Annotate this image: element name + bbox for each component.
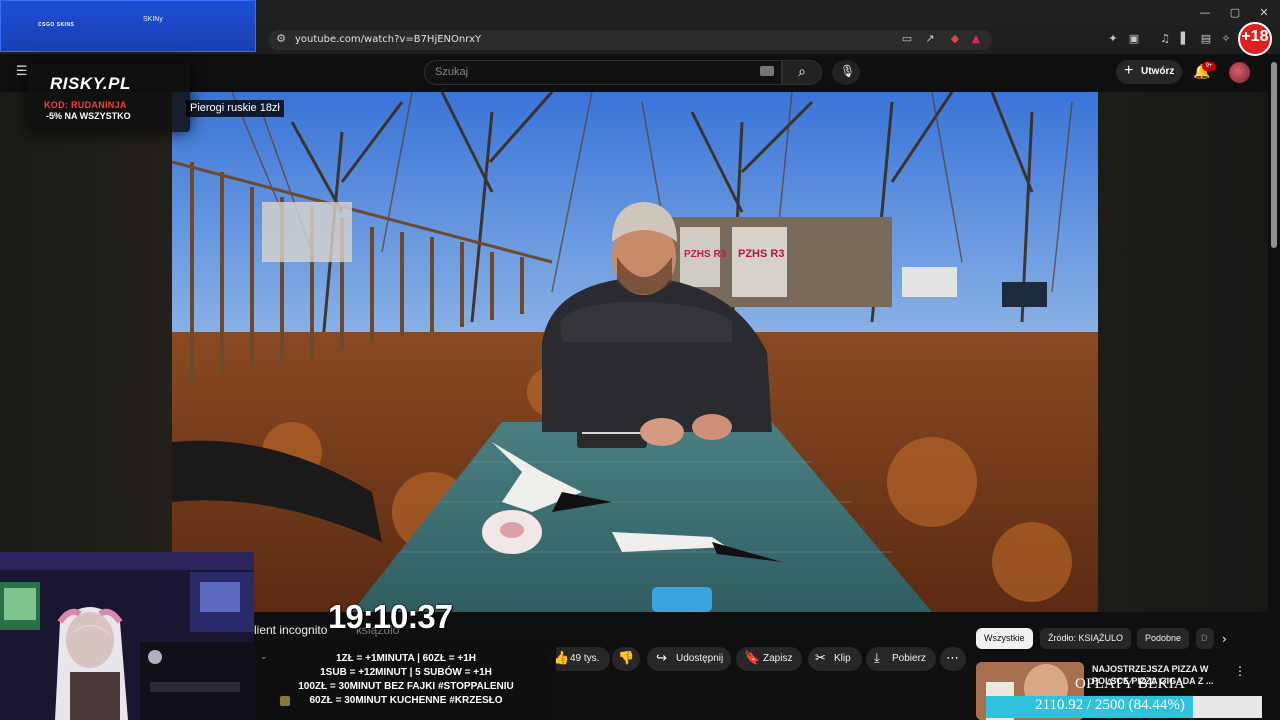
download-icon: ⤓ — [874, 651, 880, 666]
site-info-icon[interactable]: ⚙ — [274, 32, 288, 46]
microphone-icon[interactable]: 🎙 — [840, 64, 855, 78]
video-frame: PZHS R3 PZHS R3 — [172, 92, 1098, 612]
search-icon[interactable]: ⌕ — [793, 63, 811, 81]
age-badge-text: +18 — [1241, 28, 1269, 45]
wallet-icon[interactable]: ▤ — [1199, 32, 1213, 46]
graffiti-text-left: PZHS R3 — [684, 249, 727, 260]
like-count: 49 tys. — [570, 653, 600, 664]
keyboard-icon[interactable] — [760, 66, 774, 76]
save-label: Zapisz — [763, 653, 793, 664]
risky-logo: RISKY.PL — [50, 74, 131, 93]
player-background-left — [0, 92, 172, 612]
warning-icon — [280, 696, 290, 706]
search-placeholder: Szukaj — [435, 66, 469, 78]
rule-line-1: 1ZŁ = +1MINUTA | 60ZŁ = +1H — [335, 653, 477, 664]
extensions-icon[interactable]: ✦ — [1106, 32, 1120, 46]
rule-line-2: 1SUB = +12MINUT | 5 SUBÓW = +1H — [320, 667, 492, 678]
video-caption: Pierogi ruskie 18zł — [186, 100, 284, 117]
donation-goal-text: 2110.92 / 2500 (84.44%) — [1035, 697, 1185, 713]
share-label: Udostępnij — [676, 653, 724, 664]
media-icon[interactable]: ♫ — [1158, 32, 1172, 46]
more-options-icon[interactable]: ⋮ — [1234, 664, 1246, 678]
sponsor-text: SKINy — [143, 16, 163, 23]
clip-label: Klip — [834, 653, 851, 664]
rule-line-3: 100ZŁ = 30MINUT BEZ FAJKI #STOPPALENIU — [298, 681, 514, 692]
chip-source[interactable]: Źródło: KSIĄŻULO — [1040, 628, 1132, 649]
risky-discount-text: -5% NA WSZYSTKO — [46, 111, 131, 121]
plus-icon: + — [1124, 62, 1134, 79]
scrollbar-thumb[interactable] — [1271, 62, 1277, 248]
donation-rules-overlay — [256, 638, 556, 718]
webcam-frame — [0, 552, 254, 720]
risky-code-text: KOD: RUDANINJA — [44, 100, 127, 110]
triangle-extension-icon[interactable]: ▲ — [969, 32, 983, 46]
bookmark-icon: 🔖 — [744, 651, 761, 666]
sponsor-logo: CSGO SKINS — [38, 22, 75, 28]
download-label: Pobierz — [892, 653, 926, 664]
more-icon: ⋯ — [946, 651, 959, 666]
create-label: Utwórz — [1141, 66, 1175, 77]
dislike-icon: 👎 — [618, 651, 635, 666]
graffiti-text-right: PZHS R3 — [738, 248, 784, 260]
share-icon: ↪ — [656, 651, 667, 666]
channel-name[interactable]: lient incognito — [254, 623, 327, 637]
search-input[interactable] — [424, 60, 782, 85]
player-background-right — [1098, 92, 1268, 612]
avatar[interactable] — [1229, 62, 1250, 83]
shield-extension-icon[interactable]: ◆ — [948, 32, 962, 46]
cast-icon[interactable]: ▭ — [900, 32, 914, 46]
chip-similar[interactable]: Podobne — [1137, 628, 1190, 649]
alert-overlay-text: OPŁATY BEKIA — [1075, 676, 1186, 692]
webcam-overlay — [0, 552, 254, 720]
close-window-button[interactable]: ✕ — [1257, 6, 1271, 20]
url-text[interactable]: youtube.com/watch?v=B7HjENOnrxY — [295, 34, 481, 45]
chip-all[interactable]: Wszystkie — [976, 628, 1033, 649]
chevron-right-icon[interactable]: › — [1222, 632, 1227, 646]
scissors-icon: ✂ — [815, 651, 826, 666]
maximize-button[interactable]: ▢ — [1228, 6, 1242, 20]
sidebar-icon[interactable]: ▌ — [1178, 32, 1192, 46]
video-player[interactable]: PZHS R3 PZHS R3 — [172, 92, 1098, 612]
minimize-button[interactable]: — — [1198, 6, 1212, 20]
tab-search-icon[interactable]: ▣ — [1127, 32, 1141, 46]
stream-clock: 19:10:37 — [328, 598, 453, 635]
ai-icon[interactable]: ✧ — [1219, 32, 1233, 46]
share-page-icon[interactable]: ↗ — [923, 32, 937, 46]
rule-line-4: 60ZŁ = 30MINUT KUCHENNE #KRZESŁO — [309, 695, 503, 706]
notifications-badge: 9+ — [1202, 62, 1216, 71]
chip-more[interactable]: D — [1196, 628, 1214, 649]
